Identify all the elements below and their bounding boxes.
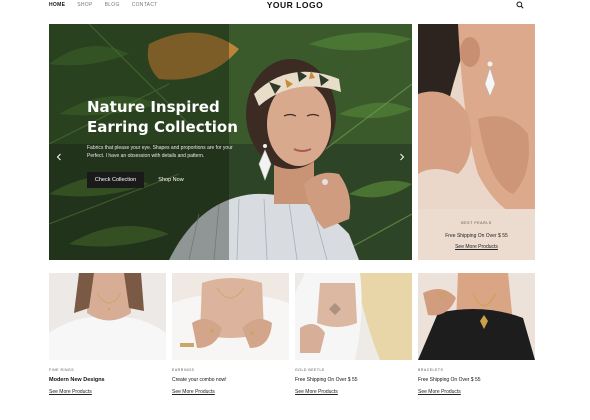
search-icon xyxy=(516,1,524,9)
side-card-title: Free Shipping On Over $ 55 xyxy=(445,233,508,239)
slider-prev-button[interactable] xyxy=(55,152,63,162)
product-title: Create your combo now! xyxy=(172,377,227,383)
product-link[interactable]: See More Products xyxy=(49,389,92,395)
product-category: Gold Beetle xyxy=(295,368,325,372)
product-image xyxy=(418,273,535,360)
product-category: Fine Rings xyxy=(49,368,75,372)
hero-banner: Nature Inspired Earring Collection Fabri… xyxy=(49,24,412,260)
search-button[interactable] xyxy=(516,1,524,9)
slider-next-button[interactable] xyxy=(398,152,406,162)
product-category: Earrings xyxy=(172,368,195,372)
hero-description: Fabrics that please your eye. Shapes and… xyxy=(87,145,233,159)
shop-now-button[interactable]: Shop Now xyxy=(151,172,191,188)
product-title: Modern New Designs xyxy=(49,377,105,383)
side-promo-card[interactable]: Best Pearls Free Shipping On Over $ 55 S… xyxy=(418,24,535,260)
check-collection-button[interactable]: Check Collection xyxy=(87,172,144,188)
product-link[interactable]: See More Products xyxy=(295,389,338,395)
product-image xyxy=(295,273,412,360)
product-card[interactable]: Gold Beetle Free Shipping On Over $ 55 S… xyxy=(295,273,412,395)
chevron-left-icon xyxy=(56,153,61,161)
side-card-category: Best Pearls xyxy=(461,221,492,225)
chevron-right-icon xyxy=(400,153,405,161)
top-navigation: HOME SHOP BLOG CONTACT YOUR LOGO xyxy=(0,0,590,12)
product-card[interactable]: Earrings Create your combo now! See More… xyxy=(172,273,289,395)
product-card[interactable]: Bracelets Free Shipping On Over $ 55 See… xyxy=(418,273,535,395)
product-image xyxy=(49,273,166,360)
side-card-link[interactable]: See More Products xyxy=(418,244,535,250)
hero-image xyxy=(49,24,412,260)
product-card[interactable]: Fine Rings Modern New Designs See More P… xyxy=(49,273,166,395)
product-link[interactable]: See More Products xyxy=(172,389,215,395)
site-logo[interactable]: YOUR LOGO xyxy=(0,0,590,10)
product-link[interactable]: See More Products xyxy=(418,389,461,395)
hero-title: Nature Inspired Earring Collection xyxy=(87,98,238,136)
product-title: Free Shipping On Over $ 55 xyxy=(295,377,358,383)
product-image xyxy=(172,273,289,360)
product-category: Bracelets xyxy=(418,368,444,372)
product-title: Free Shipping On Over $ 55 xyxy=(418,377,481,383)
